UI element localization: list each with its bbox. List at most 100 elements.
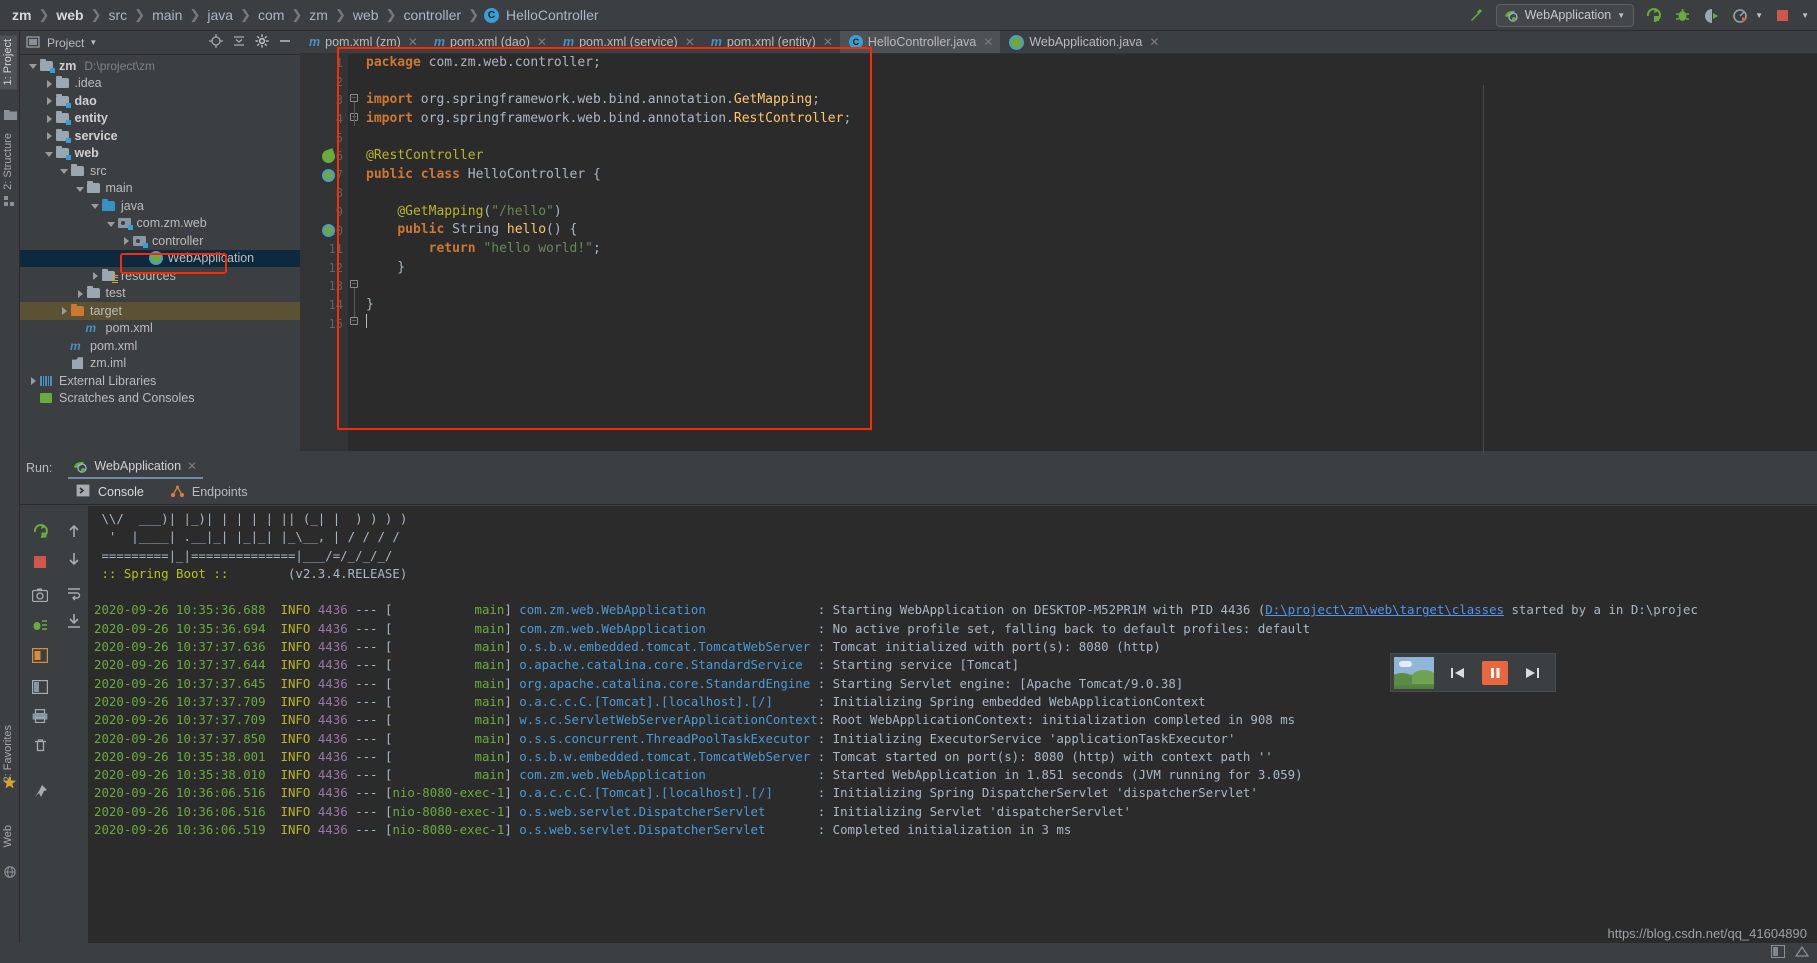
chevron-down-icon[interactable]: ▼ xyxy=(89,38,97,47)
scroll-down-icon[interactable] xyxy=(64,549,84,569)
soft-wrap-icon[interactable] xyxy=(64,583,84,603)
chevron-right-icon[interactable] xyxy=(44,95,55,106)
tree-item-scratches-and-consoles[interactable]: Scratches and Consoles xyxy=(20,390,300,408)
chevron-down-icon[interactable] xyxy=(90,200,101,211)
pin-icon[interactable] xyxy=(30,781,50,801)
editor-gutter[interactable]: 1 2 3 4 5 6 7 8 9 10 11 12 13 14 15 xyxy=(300,54,348,451)
fold-marker-method[interactable]: − xyxy=(350,280,358,288)
editor-tab-pom-xml-dao[interactable]: m pom.xml (dao) ✕ xyxy=(425,31,554,53)
trash-icon[interactable] xyxy=(30,735,50,755)
tree-item-pom-xml[interactable]: m pom.xml xyxy=(20,320,300,338)
status-icon-1[interactable] xyxy=(1771,945,1785,961)
breadcrumb-class[interactable]: HelloController xyxy=(504,7,601,23)
thread-dump-icon[interactable] xyxy=(30,615,50,635)
video-player-widget[interactable] xyxy=(1390,653,1556,692)
tree-item-web[interactable]: web xyxy=(20,145,300,163)
collapse-all-icon[interactable] xyxy=(232,34,246,51)
tree-item-src[interactable]: src xyxy=(20,162,300,180)
profiler-icon[interactable] xyxy=(1730,5,1750,25)
pause-icon[interactable] xyxy=(1481,660,1508,685)
tree-item-zm[interactable]: zm D:\project\zm xyxy=(20,57,300,75)
close-icon[interactable]: ✕ xyxy=(983,35,993,49)
tool-tab-project[interactable]: 1: Project xyxy=(0,35,17,90)
code-text-area[interactable]: package com.zm.web.controller; import or… xyxy=(360,54,1817,451)
chevron-down-icon[interactable] xyxy=(28,60,39,71)
scroll-to-end-icon[interactable] xyxy=(64,611,84,631)
spring-bean-gutter-icon[interactable] xyxy=(322,168,335,182)
hide-icon[interactable] xyxy=(278,34,292,51)
close-icon[interactable]: ✕ xyxy=(823,35,833,49)
status-icon-2[interactable] xyxy=(1794,945,1810,961)
breadcrumb-item-8[interactable]: controller xyxy=(401,7,463,23)
tree-item-dao[interactable]: dao xyxy=(20,92,300,110)
tree-item-target[interactable]: target xyxy=(20,302,300,320)
breadcrumb-item-6[interactable]: zm xyxy=(307,7,330,23)
tree-item-external-libraries[interactable]: External Libraries xyxy=(20,372,300,390)
chevron-down-icon[interactable] xyxy=(75,183,86,194)
chevron-down-icon[interactable] xyxy=(44,148,55,159)
next-track-icon[interactable] xyxy=(1521,662,1543,684)
run-icon[interactable] xyxy=(1643,5,1663,25)
previous-track-icon[interactable] xyxy=(1447,662,1469,684)
camera-icon[interactable] xyxy=(30,585,50,605)
breadcrumb-item-2[interactable]: src xyxy=(107,7,130,23)
stop-icon[interactable] xyxy=(1772,5,1792,25)
breadcrumb-item-4[interactable]: java xyxy=(205,7,235,23)
tree-item-java[interactable]: java xyxy=(20,197,300,215)
breadcrumb-item-5[interactable]: com xyxy=(256,7,286,23)
tree-item-entity[interactable]: entity xyxy=(20,110,300,128)
chevron-right-icon[interactable] xyxy=(44,130,55,141)
stop-icon[interactable] xyxy=(30,552,50,572)
locate-icon[interactable] xyxy=(209,34,223,51)
chevron-down-icon[interactable]: ▼ xyxy=(1755,11,1763,20)
run-with-coverage-icon[interactable] xyxy=(1701,5,1721,25)
chevron-down-icon[interactable] xyxy=(59,165,70,176)
editor-tab-bar[interactable]: m pom.xml (zm) ✕ m pom.xml (dao) ✕ m pom.xml (s… xyxy=(300,31,1817,54)
run-configuration-selector[interactable]: WebApplication ▼ xyxy=(1495,3,1635,27)
chevron-right-icon[interactable] xyxy=(44,78,55,89)
tree-item-test[interactable]: test xyxy=(20,285,300,303)
chevron-right-icon[interactable] xyxy=(121,235,132,246)
close-icon[interactable]: ✕ xyxy=(187,459,197,473)
tree-item-controller[interactable]: controller xyxy=(20,232,300,250)
chevron-down-icon-menu[interactable]: ▼ xyxy=(1801,11,1809,20)
video-thumbnail[interactable] xyxy=(1394,656,1434,689)
tool-tab-structure[interactable]: 2: Structure xyxy=(0,129,17,194)
editor-tab-pom-xml-zm[interactable]: m pom.xml (zm) ✕ xyxy=(300,31,425,53)
chevron-right-icon[interactable] xyxy=(75,288,86,299)
close-icon[interactable]: ✕ xyxy=(685,35,695,49)
scroll-up-icon[interactable] xyxy=(64,521,84,541)
code-editor[interactable]: 123456789101112131415 − − − − package co… xyxy=(300,54,1817,451)
print-icon[interactable] xyxy=(30,706,50,726)
tree-item-service[interactable]: service xyxy=(20,127,300,145)
rerun-icon[interactable] xyxy=(30,521,50,541)
code-folding-column[interactable]: − − − − xyxy=(348,54,360,451)
restore-layout-icon[interactable] xyxy=(30,645,50,665)
layout-icon[interactable] xyxy=(30,677,50,697)
fold-marker-method-end[interactable]: − xyxy=(350,317,358,325)
chevron-right-icon[interactable] xyxy=(90,270,101,281)
tree-item-com-zm-web[interactable]: com.zm.web xyxy=(20,215,300,233)
close-icon[interactable]: ✕ xyxy=(537,35,547,49)
breadcrumb-item-1[interactable]: web xyxy=(54,7,85,23)
debug-bug-icon[interactable] xyxy=(1672,5,1692,25)
editor-tab-hellocontroller-java[interactable]: C HelloController.java ✕ xyxy=(839,31,1001,53)
build-hammer-icon[interactable] xyxy=(1467,5,1487,25)
chevron-right-icon[interactable] xyxy=(59,305,70,316)
tool-tab-web[interactable]: Web xyxy=(0,821,17,851)
breadcrumb-item-7[interactable]: web xyxy=(351,7,381,23)
chevron-right-icon[interactable] xyxy=(28,375,39,386)
editor-tab-webapplication-java[interactable]: WebApplication.java ✕ xyxy=(1000,31,1166,53)
tree-item-pom-xml[interactable]: m pom.xml xyxy=(20,337,300,355)
editor-tab-pom-xml-entity[interactable]: m pom.xml (entity) ✕ xyxy=(702,31,840,53)
fold-marker-imports[interactable]: − xyxy=(350,94,358,102)
tree-item-zm-iml[interactable]: zm.iml xyxy=(20,355,300,373)
breadcrumb-item-3[interactable]: main xyxy=(150,7,184,23)
console-output[interactable]: \\/ ___)| |_)| | | | | || (_| | ) ) ) ) … xyxy=(88,506,1817,963)
project-tree[interactable]: zm D:\project\zm .idea dao entity service web s… xyxy=(20,55,300,451)
tab-endpoints[interactable]: Endpoints xyxy=(166,482,252,502)
tree-item-idea[interactable]: .idea xyxy=(20,75,300,93)
editor-tab-pom-xml-service[interactable]: m pom.xml (service) ✕ xyxy=(554,31,702,53)
chevron-right-icon[interactable] xyxy=(44,113,55,124)
tab-console[interactable]: Console xyxy=(72,482,148,502)
